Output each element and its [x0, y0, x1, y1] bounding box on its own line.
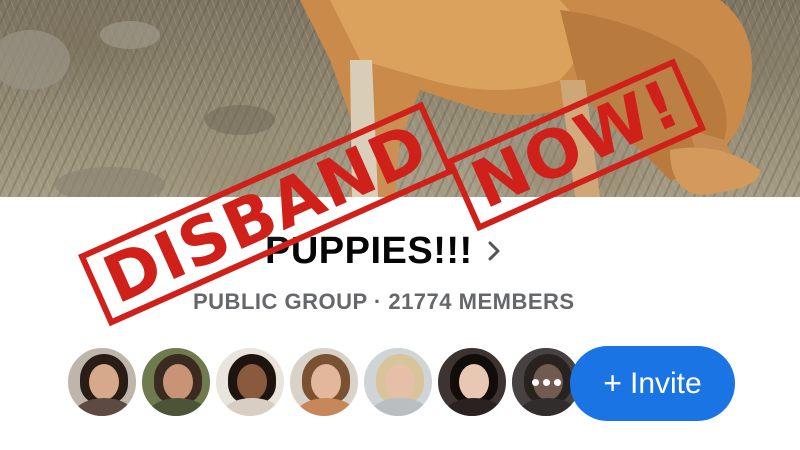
member-avatar-1[interactable]: [66, 346, 138, 418]
member-avatar-5[interactable]: [362, 346, 434, 418]
member-avatars: [66, 346, 586, 422]
chevron-right-icon[interactable]: [485, 240, 503, 262]
invite-button[interactable]: + Invite: [570, 346, 735, 421]
member-avatar-4[interactable]: [288, 346, 360, 418]
invite-label: Invite: [629, 366, 702, 400]
member-avatar-2[interactable]: [140, 346, 212, 418]
member-avatar-3[interactable]: [214, 346, 286, 418]
group-subtitle: PUBLIC GROUP · 21774 MEMBERS: [193, 289, 575, 314]
member-avatar-6[interactable]: [436, 346, 508, 418]
plus-icon: +: [603, 365, 622, 401]
